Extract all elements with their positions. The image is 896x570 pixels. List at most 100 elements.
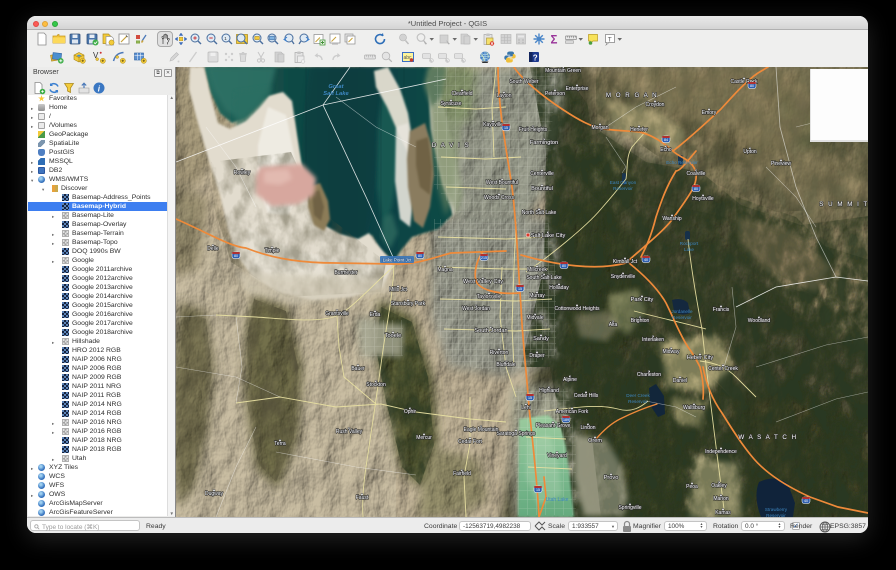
svg-text:Midway: Midway (663, 349, 680, 355)
svg-text:Delle: Delle (207, 246, 219, 252)
svg-text:Holladay: Holladay (549, 285, 569, 291)
svg-text:Charleston: Charleston (637, 372, 661, 378)
svg-text:Magna: Magna (437, 267, 453, 273)
svg-text:Jordanelle: Jordanelle (671, 309, 693, 314)
svg-text:West Jordan: West Jordan (462, 306, 490, 312)
svg-text:West Bountiful: West Bountiful (486, 180, 518, 186)
svg-text:Highland: Highland (539, 388, 559, 394)
svg-text:Rush Valley: Rush Valley (336, 429, 363, 435)
svg-text:Midvale: Midvale (526, 315, 543, 321)
svg-text:North Salt Lake: North Salt Lake (522, 210, 557, 216)
svg-text:Enterprise: Enterprise (566, 86, 589, 92)
svg-text:Bluffdale: Bluffdale (496, 362, 516, 368)
svg-text:West Valley City: West Valley City (463, 279, 503, 285)
svg-text:Timpie: Timpie (265, 248, 280, 254)
svg-text:Woodland: Woodland (748, 318, 771, 324)
svg-text:Lake: Lake (684, 247, 694, 252)
svg-text:Marion: Marion (713, 496, 729, 502)
svg-text:Rockport: Rockport (680, 241, 699, 246)
svg-text:Echo Reservoir: Echo Reservoir (666, 160, 698, 165)
svg-text:84: 84 (664, 138, 668, 142)
svg-text:Lake Point Jct: Lake Point Jct (383, 258, 413, 263)
svg-text:Sandy: Sandy (533, 336, 549, 342)
svg-text:Snyderville: Snyderville (611, 274, 636, 280)
svg-text:Fairfield: Fairfield (453, 471, 471, 477)
svg-text:Murray: Murray (529, 293, 545, 299)
svg-text:Emory: Emory (702, 110, 717, 116)
svg-text:80: 80 (418, 254, 422, 258)
svg-text:Mountain Green: Mountain Green (545, 68, 581, 74)
svg-text:40: 40 (644, 258, 648, 262)
svg-text:South Jordan: South Jordan (474, 328, 507, 334)
svg-text:80: 80 (750, 84, 754, 88)
svg-text:Peoa: Peoa (686, 484, 698, 490)
svg-text:M O R G A N: M O R G A N (606, 92, 658, 99)
svg-text:Dugway: Dugway (205, 491, 224, 497)
svg-text:80: 80 (562, 264, 566, 268)
svg-text:Layton: Layton (496, 93, 511, 99)
svg-text:Ophir: Ophir (404, 409, 417, 415)
svg-text:Reservoir: Reservoir (628, 399, 648, 404)
svg-text:Farmington: Farmington (530, 140, 558, 146)
svg-text:American Fork: American Fork (556, 409, 589, 415)
svg-text:Pineview: Pineview (771, 161, 791, 167)
svg-text:Pleasant Grove: Pleasant Grove (536, 423, 571, 429)
svg-text:Centerville: Centerville (530, 171, 554, 177)
svg-text:Vineyard: Vineyard (547, 453, 567, 459)
svg-text:Fruit Heights: Fruit Heights (519, 127, 548, 133)
svg-text:Mercur: Mercur (416, 435, 432, 441)
svg-text:Provo: Provo (604, 475, 619, 481)
svg-text:Alta: Alta (609, 322, 618, 328)
svg-text:Francis: Francis (713, 307, 730, 313)
svg-text:Syracuse: Syracuse (441, 101, 462, 107)
svg-text:D A V I S: D A V I S (432, 142, 470, 149)
svg-text:Daniel: Daniel (673, 378, 687, 384)
svg-text:Hoytsville: Hoytsville (692, 196, 714, 202)
svg-text:Terra: Terra (274, 441, 286, 447)
svg-text:Interlaken: Interlaken (642, 337, 664, 343)
svg-text:Lindon: Lindon (580, 425, 595, 431)
svg-text:40: 40 (804, 499, 808, 503)
svg-text:Upton: Upton (743, 149, 757, 155)
svg-text:Cottonwood Heights: Cottonwood Heights (554, 306, 600, 312)
svg-text:189: 189 (563, 418, 569, 422)
svg-text:215: 215 (481, 256, 487, 260)
svg-text:Morgan: Morgan (592, 125, 609, 131)
svg-text:Heber City: Heber City (687, 355, 714, 361)
svg-text:Eagle Mountain: Eagle Mountain (464, 427, 499, 433)
svg-text:Taylorsville: Taylorsville (477, 294, 502, 300)
svg-text:15: 15 (518, 287, 522, 291)
svg-text:?: ? (533, 54, 538, 63)
svg-text:Stansbury Park: Stansbury Park (391, 301, 426, 307)
svg-text:Kimball Jct: Kimball Jct (613, 259, 638, 265)
svg-text:Great: Great (328, 84, 344, 90)
svg-text:80: 80 (694, 187, 698, 191)
svg-text:Wanship: Wanship (662, 216, 681, 222)
svg-text:Mills Jct: Mills Jct (389, 287, 407, 293)
svg-text:Salt Lake City: Salt Lake City (531, 233, 566, 239)
svg-text:S U M M I T: S U M M I T (819, 201, 868, 208)
svg-text:Bauer: Bauer (351, 366, 365, 372)
svg-text:15: 15 (528, 396, 532, 400)
svg-text:Kamas: Kamas (715, 510, 731, 516)
svg-text:Clearfield: Clearfield (451, 91, 472, 97)
svg-text:Reservoir: Reservoir (613, 186, 633, 191)
svg-text:Center Creek: Center Creek (708, 366, 738, 372)
svg-text:Kaysville: Kaysville (483, 122, 503, 128)
svg-text:T: T (608, 36, 612, 43)
svg-text:Reservoir: Reservoir (672, 315, 692, 320)
svg-text:Rowley: Rowley (234, 170, 251, 176)
svg-text:80: 80 (234, 254, 238, 258)
svg-text:Salt Lake: Salt Lake (323, 91, 349, 97)
svg-text:Strawberry: Strawberry (765, 507, 788, 512)
svg-text:Woods Cross: Woods Cross (484, 195, 514, 201)
svg-text:Wallsburg: Wallsburg (683, 405, 705, 411)
svg-text:Alpine: Alpine (563, 377, 577, 383)
svg-text:Brighton: Brighton (631, 318, 650, 324)
svg-text:Utah Lake: Utah Lake (546, 497, 569, 503)
svg-text:Riverton: Riverton (490, 350, 509, 356)
svg-text:Cedar Fort: Cedar Fort (458, 439, 483, 445)
svg-text:Oakley: Oakley (711, 483, 727, 489)
svg-text:East Canyon: East Canyon (610, 180, 637, 185)
svg-text:Peterson: Peterson (545, 91, 565, 97)
